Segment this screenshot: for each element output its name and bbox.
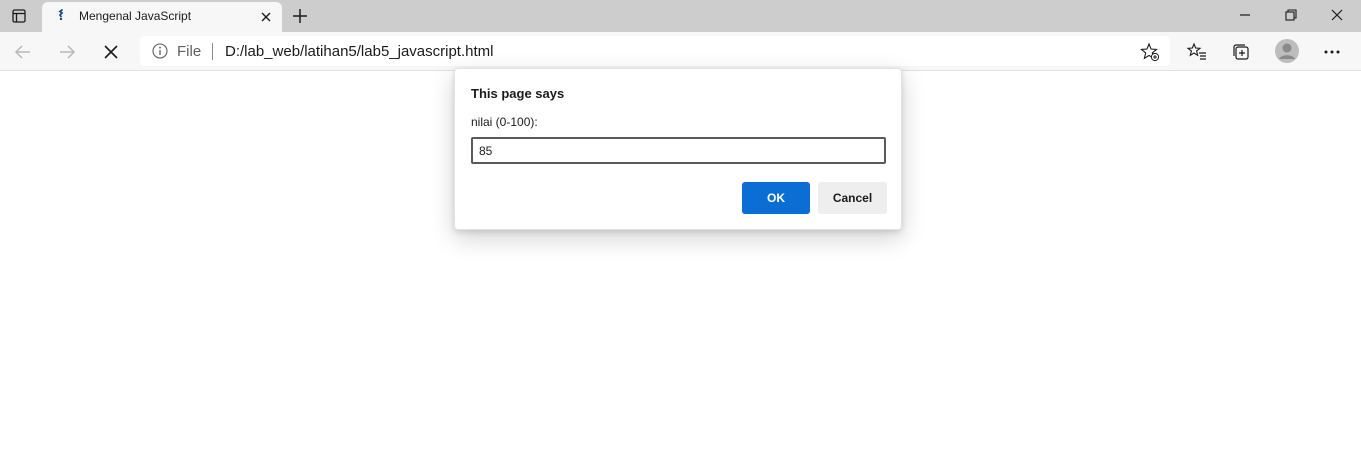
url-text[interactable]: D:/lab_web/latihan5/lab5_javascript.html [225, 43, 493, 60]
tab-strip: Mengenal JavaScript [0, 0, 1361, 32]
tab-actions-icon[interactable] [0, 0, 38, 32]
dialog-message: nilai (0-100): [471, 115, 538, 129]
javascript-favicon [53, 8, 69, 24]
cancel-button[interactable]: Cancel [818, 182, 887, 214]
collections-icon[interactable] [1226, 37, 1256, 67]
ok-button[interactable]: OK [742, 182, 810, 214]
more-dots-icon[interactable] [1317, 37, 1347, 67]
minimize-icon[interactable] [1222, 0, 1268, 30]
close-icon[interactable] [258, 9, 274, 25]
info-icon[interactable] [152, 43, 168, 59]
favorites-list-icon[interactable] [1182, 37, 1212, 67]
star-plus-icon[interactable] [1140, 42, 1160, 62]
address-bar[interactable]: File D:/lab_web/latihan5/lab5_javascript… [140, 36, 1170, 66]
prompt-dialog: This page says nilai (0-100): OK Cancel [454, 68, 902, 230]
tab-active[interactable]: Mengenal JavaScript [42, 2, 282, 32]
dialog-title: This page says [471, 86, 565, 101]
url-scheme: File [177, 43, 202, 60]
toolbar: File D:/lab_web/latihan5/lab5_javascript… [0, 32, 1361, 71]
arrow-right-icon[interactable] [52, 37, 82, 67]
address-separator [212, 43, 213, 60]
arrow-left-icon[interactable] [8, 37, 38, 67]
avatar[interactable] [1274, 38, 1300, 64]
restore-icon[interactable] [1268, 0, 1314, 30]
stop-x-icon[interactable] [96, 37, 126, 67]
prompt-input[interactable] [471, 137, 886, 164]
close-window-icon[interactable] [1314, 0, 1360, 30]
tab-title: Mengenal JavaScript [79, 9, 192, 23]
plus-icon[interactable] [290, 6, 310, 26]
